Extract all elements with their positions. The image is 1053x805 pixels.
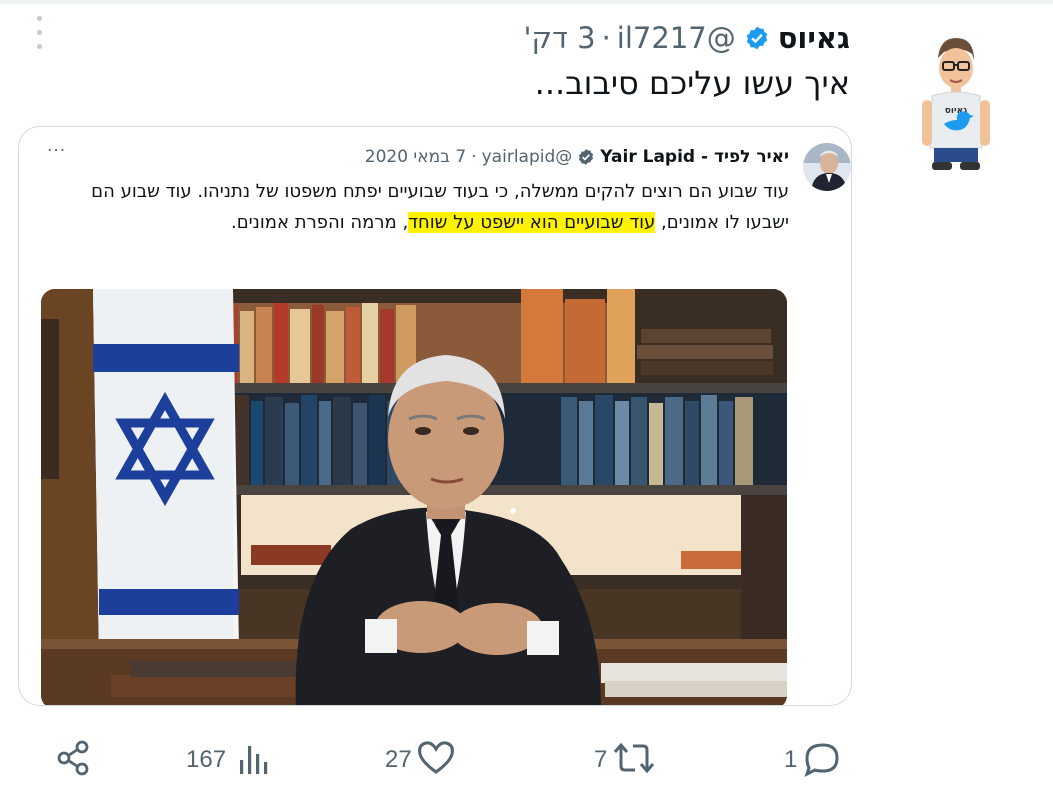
quoted-media-image[interactable] [41,289,787,705]
quoted-separator: · [471,147,477,167]
like-count: 27 [385,746,412,773]
quoted-text: עוד שבוע הם רוצים להקים ממשלה, כי בעוד ש… [89,176,789,238]
avatar[interactable]: גאיוס [912,28,998,174]
tweet-time[interactable]: 3 דק' [524,21,596,55]
quoted-more-icon[interactable]: ··· [47,141,66,161]
quoted-header: יאיר לפיד - Yair Lapid @yairlapid · 7 במ… [365,147,789,167]
reply-button[interactable]: 1 [784,730,845,790]
author-name[interactable]: גאיוס [778,21,850,55]
verified-badge-icon [744,25,770,51]
retweet-count: 7 [594,746,608,773]
share-icon [54,738,94,782]
views-count: 167 [186,746,227,773]
views-icon [234,738,274,782]
reply-icon [799,738,845,782]
heart-icon [414,738,458,782]
quoted-tweet[interactable]: ··· יאיר לפיד - Yair Lapid @yairlapid · … [18,126,852,706]
more-options-icon[interactable] [34,16,44,54]
quoted-verified-icon [577,148,595,166]
header-separator: · [601,21,611,55]
quoted-text-highlight: עוד שבועיים הוא יישפט על שוחד [408,212,656,233]
action-bar: 167 27 7 1 [0,730,1053,790]
quoted-avatar[interactable] [803,143,851,191]
top-divider [0,0,1053,4]
quoted-handle[interactable]: @yairlapid [482,147,573,167]
tweet-header: גאיוס @il7217 · 3 דק' [524,16,850,60]
share-button[interactable] [54,730,94,790]
tweet-text: איך עשו עליכם סיבוב... [534,64,850,102]
author-handle[interactable]: @il7217 [617,21,736,55]
quoted-text-part2: , מרמה והפרת אמונים. [230,212,409,233]
views-button[interactable]: 167 [186,730,274,790]
like-button[interactable]: 27 [385,730,458,790]
quoted-date[interactable]: 7 במאי 2020 [365,147,466,167]
quoted-author-name[interactable]: יאיר לפיד - Yair Lapid [600,147,789,167]
retweet-icon [611,738,657,782]
retweet-button[interactable]: 7 [594,730,657,790]
reply-count: 1 [784,746,798,773]
